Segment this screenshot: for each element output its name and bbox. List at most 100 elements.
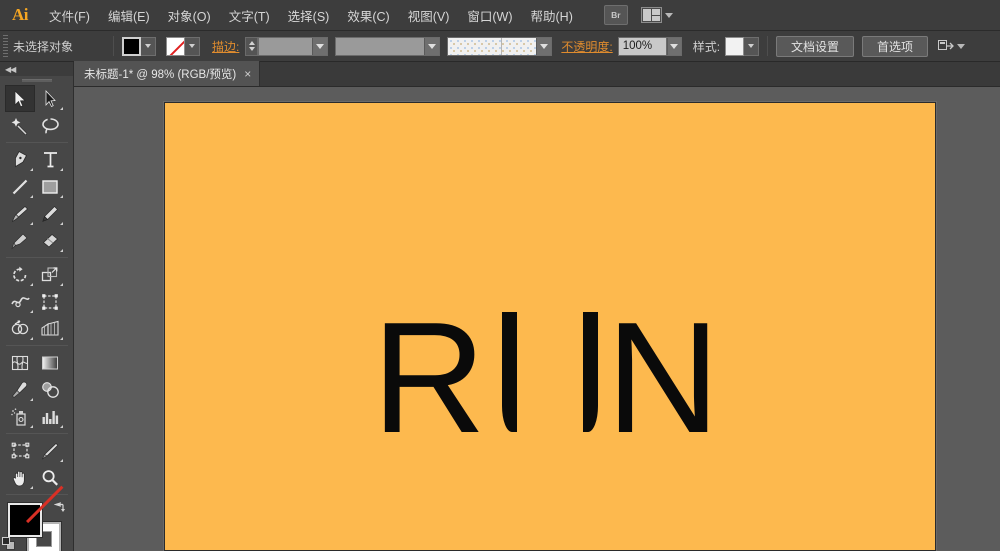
eyedropper-icon: [12, 381, 28, 398]
symbol-sprayer-icon: [10, 407, 26, 426]
stroke-weight-value[interactable]: [259, 37, 313, 55]
tool-line-segment[interactable]: [5, 173, 35, 200]
arrange-documents-button[interactable]: [640, 7, 673, 23]
menu-item-select[interactable]: 选择(S): [279, 0, 339, 31]
graphic-style-control[interactable]: [725, 36, 760, 56]
stroke-weight-dropdown-button[interactable]: [312, 37, 328, 55]
tools-panel-drag-handle[interactable]: [0, 76, 73, 85]
menu-item-view[interactable]: 视图(V): [399, 0, 459, 31]
tool-scale[interactable]: [35, 261, 65, 288]
preferences-button[interactable]: 首选项: [862, 35, 929, 57]
flyout-indicator-icon: [60, 168, 63, 171]
flyout-indicator-icon: [30, 195, 33, 198]
tool-lasso[interactable]: [35, 112, 65, 139]
variable-width-dropdown-button[interactable]: [424, 37, 440, 55]
artwork-text[interactable]: RN: [165, 299, 935, 457]
opacity-label[interactable]: 不透明度:: [561, 38, 612, 55]
style-label: 样式:: [692, 39, 721, 54]
graphic-style-dropdown-button[interactable]: [744, 36, 760, 56]
canvas-area[interactable]: RN: [74, 87, 1000, 551]
document-tab-bar: 未标题-1* @ 98% (RGB/预览) ×: [74, 61, 1000, 87]
fill-dropdown-button[interactable]: [141, 36, 156, 56]
menu-item-window[interactable]: 窗口(W): [458, 0, 521, 31]
close-icon[interactable]: ×: [244, 68, 251, 80]
tool-artboard[interactable]: [5, 437, 35, 464]
menu-item-object[interactable]: 对象(O): [159, 0, 220, 31]
brush-definition-value[interactable]: [448, 37, 537, 55]
menu-item-effect[interactable]: 效果(C): [338, 0, 398, 31]
menu-bar: Ai 文件(F) 编辑(E) 对象(O) 文字(T) 选择(S) 效果(C) 视…: [0, 0, 1000, 31]
tool-hand[interactable]: [5, 464, 35, 491]
opacity-input[interactable]: 100%: [617, 36, 666, 56]
artboard[interactable]: RN: [164, 102, 936, 551]
control-bar: 未选择对象 描边: 不透明度: 100% 样式: 文档设置 首选项: [0, 31, 1000, 62]
opacity-dropdown-button[interactable]: [666, 37, 681, 55]
divider: [6, 345, 68, 346]
menu-item-file[interactable]: 文件(F): [40, 0, 99, 31]
divider: [6, 257, 68, 258]
default-colors-icon: [2, 537, 15, 550]
tool-magic-wand[interactable]: [5, 112, 35, 139]
menu-item-type[interactable]: 文字(T): [220, 0, 279, 31]
tool-gradient[interactable]: [35, 349, 65, 376]
tool-mesh[interactable]: [5, 349, 35, 376]
brush-definition-dropdown-button[interactable]: [536, 37, 552, 55]
stroke-weight-stepper[interactable]: [245, 36, 259, 56]
tools-grid: [0, 85, 74, 491]
default-fill-stroke-button[interactable]: [2, 537, 16, 551]
tool-pen[interactable]: [5, 146, 35, 173]
variable-width-profile-combo[interactable]: [335, 36, 441, 56]
rotate-icon: [13, 266, 27, 282]
tool-blend[interactable]: [35, 376, 65, 403]
tool-rectangle[interactable]: [35, 173, 65, 200]
stroke-dropdown-button[interactable]: [185, 36, 200, 56]
slice-knife-icon: [41, 442, 59, 460]
tool-slice[interactable]: [35, 437, 65, 464]
tool-shape-builder[interactable]: [5, 315, 35, 342]
variable-width-profile-value[interactable]: [336, 37, 425, 55]
pen-nib-icon: [14, 150, 27, 167]
tool-paintbrush[interactable]: [5, 200, 35, 227]
tool-rotate[interactable]: [5, 261, 35, 288]
tool-perspective-grid[interactable]: [35, 315, 65, 342]
tool-pencil[interactable]: [35, 200, 65, 227]
tool-selection[interactable]: [5, 85, 35, 112]
tool-column-graph[interactable]: [35, 403, 65, 430]
free-transform-icon: [42, 293, 58, 310]
tool-symbol-sprayer[interactable]: [5, 403, 35, 430]
stroke-weight-label[interactable]: 描边:: [212, 38, 239, 55]
control-bar-overflow-button[interactable]: [938, 39, 966, 53]
chevron-down-icon: [957, 43, 966, 49]
fill-swatch[interactable]: [122, 36, 141, 56]
swap-fill-stroke-button[interactable]: [53, 500, 67, 518]
tool-blob-brush[interactable]: [5, 227, 35, 254]
lasso-icon: [41, 118, 59, 134]
stroke-color-control[interactable]: [166, 36, 200, 56]
tools-panel-header[interactable]: ◀◀: [0, 62, 73, 76]
control-bar-grip[interactable]: [0, 31, 11, 62]
opacity-combo[interactable]: [665, 36, 682, 56]
tool-eyedropper[interactable]: [5, 376, 35, 403]
tool-free-transform[interactable]: [35, 288, 65, 315]
chevron-down-icon: [316, 43, 325, 49]
tool-type[interactable]: [35, 146, 65, 173]
u-right-stem: [583, 312, 598, 432]
tool-width[interactable]: [5, 288, 35, 315]
menu-item-edit[interactable]: 编辑(E): [99, 0, 159, 31]
document-setup-button[interactable]: 文档设置: [776, 35, 855, 57]
graphic-style-swatch[interactable]: [725, 36, 745, 56]
blend-icon: [41, 382, 59, 398]
selection-status-label: 未选择对象: [13, 39, 74, 54]
document-tab[interactable]: 未标题-1* @ 98% (RGB/预览) ×: [74, 61, 261, 86]
bridge-button[interactable]: Br: [603, 5, 628, 25]
width-tool-icon: [10, 297, 30, 308]
fill-color-box[interactable]: [8, 503, 42, 537]
collapse-panel-icon[interactable]: ◀◀: [5, 65, 16, 74]
stroke-swatch[interactable]: [166, 36, 185, 56]
tool-eraser[interactable]: [35, 227, 65, 254]
brush-definition-combo[interactable]: [447, 36, 553, 56]
fill-color-control[interactable]: [122, 36, 156, 56]
menu-item-help[interactable]: 帮助(H): [522, 0, 582, 31]
stroke-weight-combo[interactable]: [258, 36, 329, 56]
tool-direct-selection[interactable]: [35, 85, 65, 112]
